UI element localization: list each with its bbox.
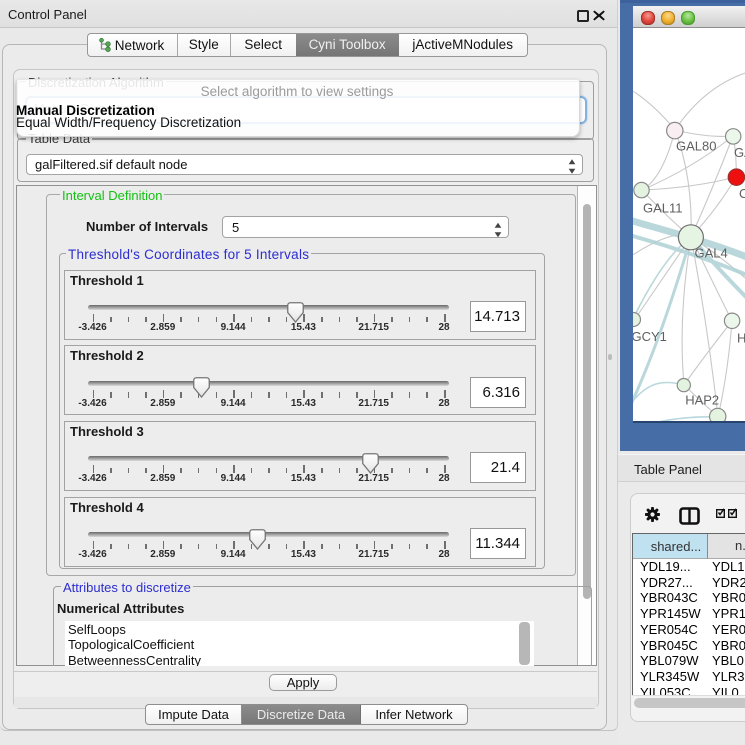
svg-text:GCY1: GCY1 [633, 329, 667, 344]
svg-text:GA: GA [734, 145, 745, 160]
svg-text:GAL11: GAL11 [643, 201, 683, 216]
svg-text:HAP2: HAP2 [685, 393, 719, 408]
svg-text:GAL80: GAL80 [676, 139, 716, 154]
svg-text:GAL4: GAL4 [695, 246, 728, 261]
svg-text:C: C [739, 186, 745, 201]
svg-text:H: H [737, 331, 745, 346]
